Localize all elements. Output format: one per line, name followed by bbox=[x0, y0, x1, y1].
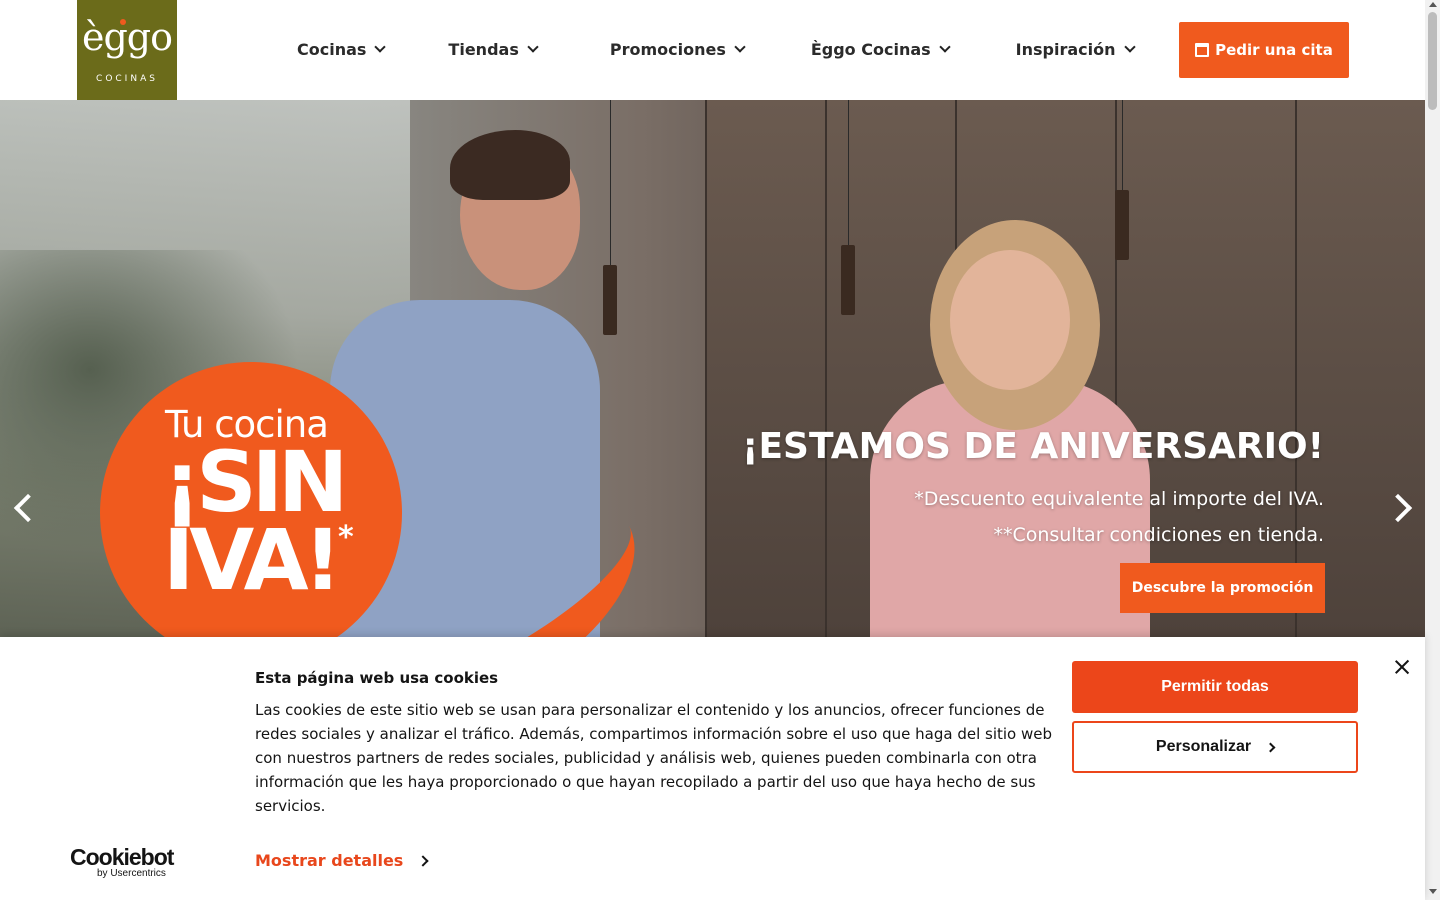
hero-note-2: **Consultar condiciones en tienda. bbox=[993, 524, 1324, 546]
nav-item-tiendas[interactable]: Tiendas bbox=[448, 38, 539, 60]
cookiebot-wordmark: Cookiebot bbox=[70, 844, 174, 870]
hero-cabinet bbox=[1295, 100, 1425, 637]
cookie-description: Las cookies de este sitio web se usan pa… bbox=[255, 701, 1053, 815]
nav-label: Tiendas bbox=[448, 39, 519, 59]
pendant-lamp bbox=[603, 265, 617, 335]
show-details-link[interactable]: Mostrar detalles bbox=[255, 851, 429, 870]
woman-face bbox=[950, 250, 1070, 390]
show-details-label: Mostrar detalles bbox=[255, 851, 404, 870]
hero-title: ¡ESTAMOS DE ANIVERSARIO! bbox=[742, 426, 1324, 467]
logo-wordmark: èggo bbox=[81, 15, 173, 59]
eggo-logo[interactable]: èggo COCINAS bbox=[77, 0, 177, 100]
main-nav: Cocinas Tiendas Promociones Èggo Cocinas… bbox=[297, 38, 1198, 60]
customize-button[interactable]: Personalizar bbox=[1072, 721, 1358, 773]
nav-item-cocinas[interactable]: Cocinas bbox=[297, 38, 387, 60]
badge-line-3: IVA! bbox=[163, 511, 342, 609]
pendant-wire bbox=[1122, 100, 1123, 190]
hero-cabinet bbox=[705, 100, 825, 637]
pendant-wire bbox=[848, 100, 849, 245]
scroll-down-arrow-icon[interactable] bbox=[1429, 889, 1437, 894]
discover-promo-button[interactable]: Descubre la promoción bbox=[1120, 563, 1325, 613]
cookiebot-logo: Cookiebot by Usercentrics bbox=[70, 844, 174, 879]
cookie-title: Esta página web usa cookies bbox=[255, 669, 499, 687]
book-appointment-label: Pedir una cita bbox=[1215, 41, 1333, 59]
close-icon[interactable] bbox=[1392, 657, 1412, 677]
chevron-down-icon bbox=[734, 41, 746, 53]
nav-label: Inspiración bbox=[1015, 39, 1116, 59]
nav-item-promociones[interactable]: Promociones bbox=[609, 38, 746, 60]
nav-label: Cocinas bbox=[297, 39, 367, 59]
chevron-down-icon bbox=[374, 41, 387, 53]
cookiebot-subtitle: by Usercentrics bbox=[97, 868, 166, 879]
chevron-right-icon bbox=[1265, 742, 1276, 752]
allow-all-button[interactable]: Permitir todas bbox=[1072, 661, 1358, 713]
scroll-up-arrow-icon[interactable] bbox=[1429, 2, 1437, 7]
nav-label: Èggo Cocinas bbox=[810, 39, 931, 59]
nav-label: Promociones bbox=[609, 39, 726, 59]
cookie-banner: Cookiebot by Usercentrics Esta página we… bbox=[0, 637, 1425, 900]
hero-note-1: *Descuento equivalente al importe del IV… bbox=[914, 488, 1324, 510]
site-header: èggo COCINAS Cocinas Tiendas Promociones… bbox=[0, 0, 1425, 100]
page-scrollbar[interactable] bbox=[1425, 0, 1440, 900]
scroll-thumb[interactable] bbox=[1428, 12, 1437, 110]
logo-accent-dot bbox=[120, 19, 126, 25]
pendant-wire bbox=[610, 100, 611, 265]
chevron-right-icon bbox=[417, 854, 429, 867]
book-appointment-button[interactable]: Pedir una cita bbox=[1179, 22, 1349, 78]
nav-item-eggo-cocinas[interactable]: Èggo Cocinas bbox=[810, 38, 951, 60]
logo-subtitle: COCINAS bbox=[96, 74, 158, 84]
hero-carousel: Tu cocina ¡SIN IVA! * ¡ESTAMOS DE ANIVER… bbox=[0, 100, 1425, 637]
pendant-lamp bbox=[841, 245, 855, 315]
customize-label: Personalizar bbox=[1155, 738, 1252, 755]
chevron-down-icon bbox=[527, 41, 539, 53]
nav-item-inspiracion[interactable]: Inspiración bbox=[1015, 38, 1136, 60]
man-hair bbox=[450, 130, 570, 200]
chevron-down-icon bbox=[938, 41, 951, 53]
badge-asterisk: * bbox=[338, 520, 354, 555]
chevron-down-icon bbox=[1123, 41, 1136, 53]
calendar-icon bbox=[1195, 43, 1210, 57]
